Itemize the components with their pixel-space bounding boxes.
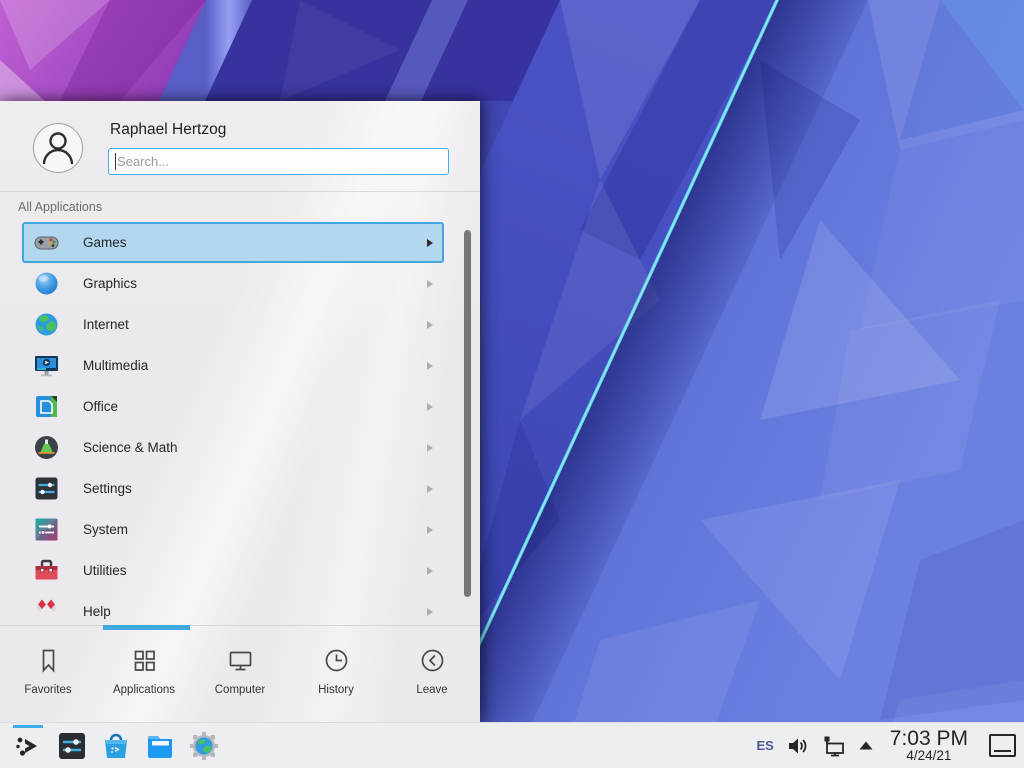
bookmark-icon — [34, 646, 63, 675]
submenu-arrow-icon — [427, 526, 433, 534]
list-scrollbar[interactable] — [464, 230, 471, 597]
category-row-internet[interactable]: Internet — [22, 304, 444, 345]
network-icon[interactable] — [822, 735, 846, 757]
clock-date: 4/24/21 — [890, 749, 968, 763]
search-input[interactable] — [108, 148, 449, 175]
browser-button[interactable] — [182, 723, 226, 768]
kde-menu-icon — [12, 730, 44, 762]
dolphin-button[interactable] — [138, 723, 182, 768]
submenu-arrow-icon — [427, 608, 433, 616]
category-row-science[interactable]: Science & Math — [22, 427, 444, 468]
desktop: Raphael Hertzog All Applications Games — [0, 0, 1024, 768]
submenu-arrow-icon — [427, 362, 433, 370]
discover-bag-icon — [100, 730, 132, 762]
expand-tray-icon[interactable] — [859, 741, 873, 750]
category-row-utilities[interactable]: Utilities — [22, 550, 444, 591]
gamepad-icon — [33, 229, 60, 256]
tab-applications[interactable]: Applications — [96, 626, 192, 722]
system-preferences-icon — [33, 516, 60, 543]
submenu-arrow-icon — [427, 444, 433, 452]
category-row-multimedia[interactable]: Multimedia — [22, 345, 444, 386]
clock-time: 7:03 PM — [890, 728, 968, 749]
kickoff-launcher-button[interactable] — [6, 723, 50, 768]
section-label: All Applications — [18, 200, 102, 214]
folder-icon — [144, 730, 176, 762]
active-task-indicator — [13, 725, 43, 728]
submenu-arrow-icon — [427, 280, 433, 288]
science-flask-icon — [33, 434, 60, 461]
user-name: Raphael Hertzog — [110, 121, 226, 139]
taskbar: ES 7:03 PM 4/24/21 — [0, 722, 1024, 768]
submenu-arrow-icon — [427, 321, 433, 329]
system-tray: ES 7:03 PM 4/24/21 — [756, 723, 1024, 768]
launcher-header: Raphael Hertzog — [0, 101, 480, 192]
category-row-graphics[interactable]: Graphics — [22, 263, 444, 304]
monitor-play-icon — [33, 352, 60, 379]
settings-sliders-icon — [56, 730, 88, 762]
application-launcher-popup: Raphael Hertzog All Applications Games — [0, 101, 480, 722]
submenu-arrow-icon — [427, 567, 433, 575]
submenu-arrow-icon — [427, 485, 433, 493]
text-cursor — [115, 153, 116, 170]
launcher-tab-bar: Favorites Applications — [0, 625, 480, 722]
keyboard-layout-indicator[interactable]: ES — [756, 738, 773, 753]
settings-sliders-icon — [33, 475, 60, 502]
leave-icon — [418, 646, 447, 675]
toolbox-icon — [33, 557, 60, 584]
submenu-arrow-icon — [427, 403, 433, 411]
tab-leave[interactable]: Leave — [384, 626, 480, 722]
user-avatar[interactable] — [33, 123, 83, 173]
globe-icon — [33, 311, 60, 338]
digital-clock[interactable]: 7:03 PM 4/24/21 — [886, 728, 972, 763]
tab-computer[interactable]: Computer — [192, 626, 288, 722]
office-document-icon — [33, 393, 60, 420]
app-grid-icon — [130, 646, 159, 675]
user-icon — [34, 124, 82, 172]
globe-gear-icon — [188, 730, 220, 762]
category-row-office[interactable]: Office — [22, 386, 444, 427]
tab-history[interactable]: History — [288, 626, 384, 722]
category-row-system[interactable]: System — [22, 509, 444, 550]
volume-icon[interactable] — [787, 736, 809, 756]
tab-favorites[interactable]: Favorites — [0, 626, 96, 722]
category-list: Games Graphics — [0, 222, 480, 625]
active-tab-indicator — [103, 625, 190, 630]
history-clock-icon — [322, 646, 351, 675]
category-row-settings[interactable]: Settings — [22, 468, 444, 509]
category-row-games[interactable]: Games — [22, 222, 444, 263]
search-field-wrap — [108, 148, 449, 175]
show-desktop-button[interactable] — [989, 734, 1016, 757]
system-settings-button[interactable] — [50, 723, 94, 768]
computer-icon — [226, 646, 255, 675]
discover-button[interactable] — [94, 723, 138, 768]
submenu-arrow-icon — [427, 239, 433, 247]
help-lifering-icon — [33, 598, 60, 625]
sphere-icon — [33, 270, 60, 297]
category-row-help[interactable]: Help — [22, 591, 444, 625]
